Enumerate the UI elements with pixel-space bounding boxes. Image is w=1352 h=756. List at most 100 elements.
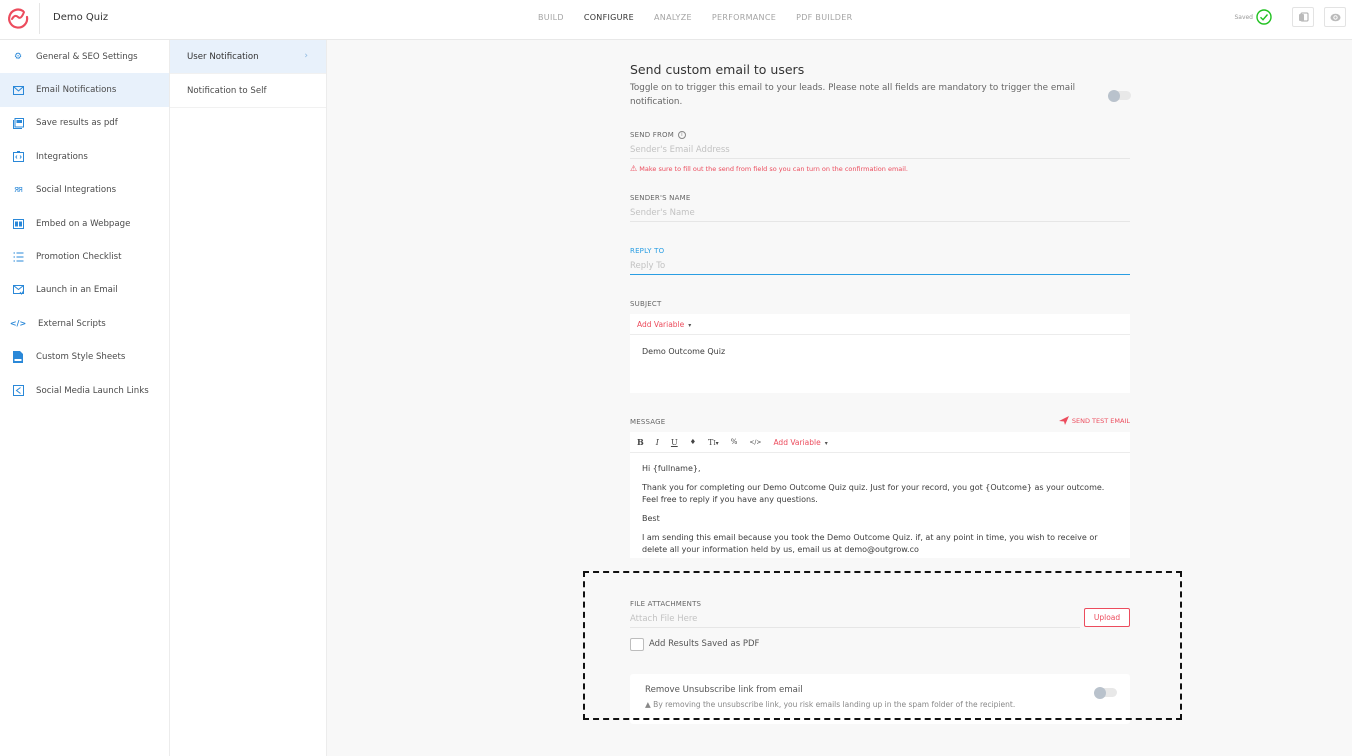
checklist-icon — [12, 251, 24, 263]
send-test-email-label: SEND TEST EMAIL — [1071, 416, 1130, 425]
sender-name-label: SENDER'S NAME — [630, 194, 691, 202]
code-icon: </> — [9, 319, 27, 329]
sidebar-item-label: General & SEO Settings — [36, 51, 138, 62]
message-add-variable-dropdown[interactable]: Add Variable ▾ — [773, 438, 827, 447]
add-variable-label: Add Variable — [773, 437, 821, 447]
embed-icon — [12, 218, 24, 230]
share-icon — [12, 385, 24, 397]
tab-performance[interactable]: PERFORMANCE — [712, 13, 776, 22]
message-text-area[interactable]: Hi {fullname}, Thank you for completing … — [630, 453, 1130, 573]
text-color-button[interactable]: ♦ — [690, 438, 696, 446]
top-bar: Demo Quiz BUILD CONFIGURE ANALYZE PERFOR… — [0, 0, 1352, 40]
enable-email-toggle[interactable] — [1108, 89, 1131, 102]
sidebar-item-label: Integrations — [36, 151, 88, 162]
caret-down-icon: ▾ — [688, 321, 692, 329]
warning-triangle-icon: ⚠ — [630, 164, 638, 173]
font-size-dropdown[interactable]: TI▾ — [708, 438, 719, 447]
subject-add-variable-dropdown[interactable]: Add Variable ▾ — [637, 320, 691, 329]
unsubscribe-card: Remove Unsubscribe link from email ▲ By … — [630, 674, 1130, 724]
sidebar-item-launch-email[interactable]: Launch in an Email — [0, 274, 169, 307]
bold-button[interactable]: B — [637, 437, 644, 447]
message-paragraph: Best — [642, 514, 660, 523]
sidebar-item-label: Email Notifications — [36, 85, 117, 96]
code-view-button[interactable]: </> — [749, 439, 761, 446]
underline-button[interactable]: U — [671, 438, 678, 447]
code-icon: </> — [749, 438, 762, 446]
sidebar-item-label: External Scripts — [38, 318, 106, 329]
css-file-icon — [12, 351, 24, 364]
section-description: Toggle on to trigger this email to your … — [630, 83, 1076, 107]
outgrow-logo-icon[interactable] — [6, 6, 30, 30]
subject-value: Demo Outcome Quiz — [642, 347, 726, 356]
sidebar-item-social-integrations[interactable]: ЯЯ Social Integrations — [0, 174, 169, 207]
reply-to-label: REPLY TO — [630, 247, 665, 255]
subject-editor: Add Variable ▾ Demo Outcome Quiz — [630, 314, 1130, 393]
sidebar-item-email-notifications[interactable]: Email Notifications — [0, 73, 169, 107]
tab-analyze[interactable]: ANALYZE — [654, 13, 692, 22]
subject-text-area[interactable]: Demo Outcome Quiz — [630, 335, 1130, 375]
remove-unsubscribe-toggle[interactable] — [1094, 686, 1117, 699]
send-from-input[interactable] — [630, 141, 1130, 159]
people-icon: ЯЯ — [14, 186, 23, 195]
sidebar-item-label: Social Integrations — [36, 185, 117, 196]
sidebar-item-integrations[interactable]: Integrations — [0, 140, 169, 173]
toggle-knob — [1108, 89, 1120, 102]
email-notifications-subnav: User Notification › Notification to Self — [170, 40, 327, 756]
send-from-warning-text: Make sure to fill out the send from fiel… — [639, 165, 908, 173]
app-title: Demo Quiz — [53, 12, 109, 23]
sidebar-item-label: Social Media Launch Links — [36, 385, 149, 396]
link-button[interactable]: % — [731, 438, 738, 446]
attach-file-input[interactable] — [630, 610, 1080, 628]
preview-button[interactable] — [1324, 7, 1346, 27]
sidebar-item-embed[interactable]: Embed on a Webpage — [0, 207, 169, 240]
unsubscribe-warning-text: By removing the unsubscribe link, you ri… — [653, 700, 1016, 709]
add-results-pdf-checkbox[interactable] — [630, 638, 644, 651]
info-icon[interactable]: i — [677, 131, 686, 139]
send-test-email-button[interactable]: SEND TEST EMAIL — [1058, 416, 1130, 425]
tab-build[interactable]: BUILD — [538, 13, 564, 22]
pdf-icon — [12, 117, 24, 129]
logo-divider — [39, 3, 40, 34]
warning-triangle-icon: ▲ — [645, 700, 651, 709]
sidebar-item-save-pdf[interactable]: Save results as pdf — [0, 107, 169, 140]
duplicate-icon — [1298, 12, 1308, 22]
sidebar-item-label: Embed on a Webpage — [36, 218, 131, 229]
send-from-label: SEND FROM i — [630, 131, 686, 139]
envelope-icon — [12, 84, 24, 96]
duplicate-button[interactable] — [1292, 7, 1314, 27]
chevron-right-icon: › — [304, 51, 308, 61]
main-nav: BUILD CONFIGURE ANALYZE PERFORMANCE PDF … — [538, 13, 872, 22]
sidebar-item-label: Custom Style Sheets — [36, 352, 126, 363]
unsubscribe-warning: ▲ By removing the unsubscribe link, you … — [645, 700, 1015, 709]
send-from-label-text: SEND FROM — [630, 131, 674, 139]
subnav-item-label: Notification to Self — [187, 85, 267, 96]
message-label: MESSAGE — [630, 418, 666, 426]
link-icon: % — [730, 438, 738, 446]
check-circle-icon — [1256, 9, 1272, 25]
upload-button[interactable]: Upload — [1084, 608, 1130, 627]
italic-button[interactable]: I — [656, 438, 659, 447]
eye-icon — [1330, 13, 1340, 21]
sidebar-item-external-scripts[interactable]: </> External Scripts — [0, 307, 169, 340]
message-paragraph: Thank you for completing our Demo Outcom… — [642, 483, 1105, 504]
sidebar-item-promotion-checklist[interactable]: Promotion Checklist — [0, 240, 169, 273]
subnav-item-notification-to-self[interactable]: Notification to Self — [170, 74, 326, 108]
tab-configure[interactable]: CONFIGURE — [584, 13, 634, 22]
send-from-warning: ⚠ Make sure to fill out the send from fi… — [630, 164, 908, 173]
section-title: Send custom email to users — [630, 62, 805, 77]
saved-status: Saved — [1234, 13, 1253, 21]
sidebar-item-label: Launch in an Email — [36, 285, 118, 296]
file-attachments-label: FILE ATTACHMENTS — [630, 600, 702, 608]
sender-name-input[interactable] — [630, 204, 1130, 222]
subject-toolbar: Add Variable ▾ — [630, 314, 1130, 335]
reply-to-input[interactable] — [630, 257, 1130, 275]
message-editor: B I U ♦ TI▾ % </> Add Variable ▾ Hi {full… — [630, 432, 1130, 558]
message-paragraph: Hi {fullname}, — [642, 464, 701, 473]
tab-pdf-builder[interactable]: PDF BUILDER — [796, 13, 852, 22]
sidebar-item-social-media-links[interactable]: Social Media Launch Links — [0, 374, 169, 407]
sidebar-item-general-seo[interactable]: ⚙ General & SEO Settings — [0, 40, 169, 73]
sidebar-item-custom-style-sheets[interactable]: Custom Style Sheets — [0, 341, 169, 374]
add-variable-label: Add Variable — [637, 319, 685, 329]
message-paragraph: I am sending this email because you took… — [642, 533, 1098, 554]
subnav-item-user-notification[interactable]: User Notification › — [170, 40, 326, 74]
